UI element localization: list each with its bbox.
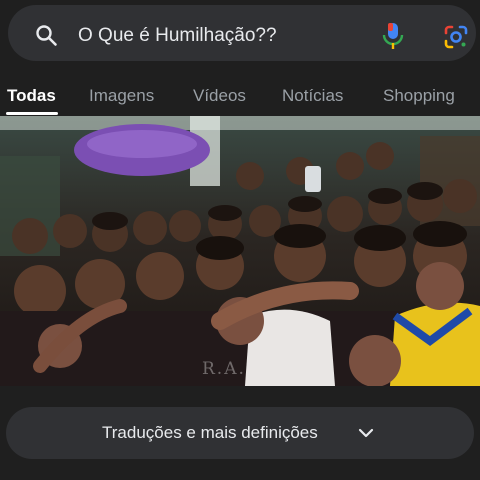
tab-imagens[interactable]: Imagens xyxy=(89,86,154,106)
tab-videos[interactable]: Vídeos xyxy=(193,86,246,106)
search-icon[interactable] xyxy=(34,23,58,47)
google-lens-icon[interactable] xyxy=(443,24,469,50)
active-tab-indicator xyxy=(6,112,58,115)
search-input[interactable]: O Que é Humilhação?? xyxy=(78,25,277,47)
more-definitions-label: Traduções e mais definições xyxy=(102,423,318,442)
more-definitions-button[interactable]: Traduções e mais definições xyxy=(6,407,474,459)
tab-noticias[interactable]: Notícias xyxy=(282,86,343,106)
search-bar[interactable]: O Que é Humilhação?? xyxy=(8,5,476,61)
microphone-icon[interactable] xyxy=(382,22,404,50)
tab-todas[interactable]: Todas xyxy=(7,86,56,106)
video-thumbnail[interactable]: R.A. xyxy=(0,116,480,386)
search-tabs: Todas Imagens Vídeos Notícias Shopping xyxy=(0,80,480,116)
video-watermark: R.A. xyxy=(202,359,246,379)
chevron-down-icon xyxy=(358,428,374,438)
tab-shopping[interactable]: Shopping xyxy=(383,86,455,106)
crowd-scene-image xyxy=(0,116,480,386)
